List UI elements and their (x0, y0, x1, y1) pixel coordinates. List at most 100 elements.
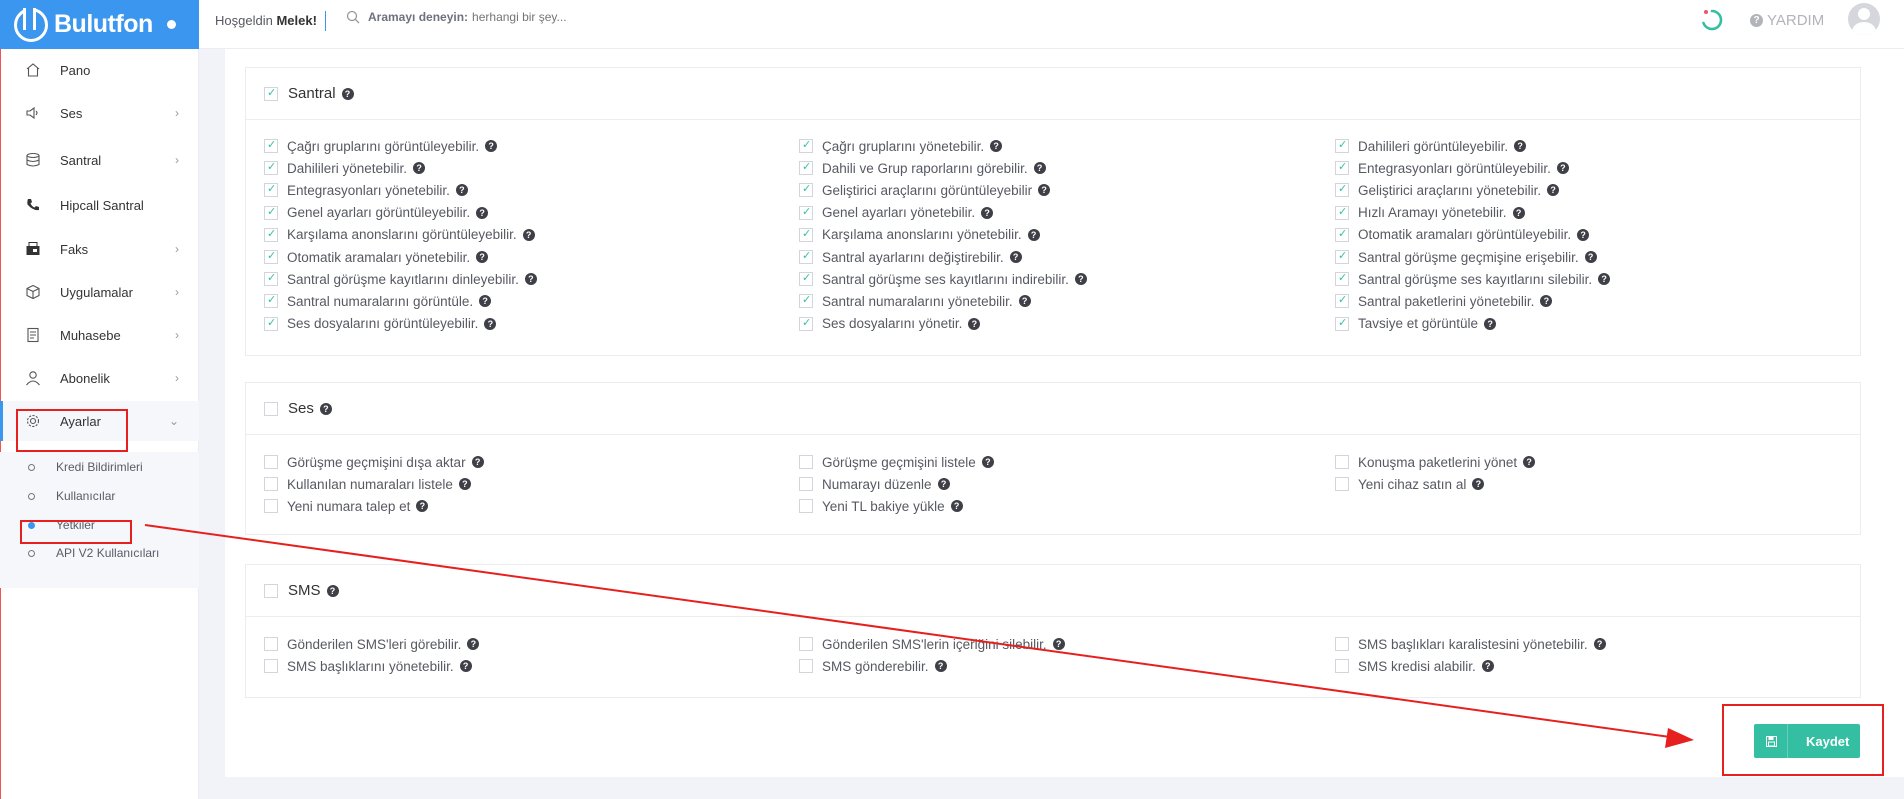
question-circle-icon[interactable]: ? (990, 140, 1003, 152)
permission-item[interactable]: Görüşme geçmişini dışa aktar? (264, 453, 484, 471)
permission-item[interactable]: Santral numaralarını görüntüle.? (264, 292, 492, 310)
permission-checkbox[interactable] (799, 205, 813, 220)
permission-checkbox[interactable] (264, 249, 278, 264)
permission-checkbox[interactable] (799, 138, 813, 153)
question-circle-icon[interactable]: ? (1547, 184, 1560, 197)
permission-item[interactable]: Geliştirici araçlarını görüntüleyebilir? (799, 181, 1051, 199)
permission-item[interactable]: Görüşme geçmişini listele? (799, 453, 994, 471)
question-circle-icon[interactable]: ? (1018, 295, 1031, 308)
permission-checkbox[interactable] (799, 227, 813, 242)
permission-item[interactable]: Yeni cihaz satın al? (1335, 475, 1485, 493)
permission-item[interactable]: Yeni numara talep et? (264, 497, 429, 515)
question-circle-icon[interactable]: ? (1009, 251, 1022, 263)
permission-checkbox[interactable] (799, 477, 813, 492)
permission-checkbox[interactable] (264, 205, 278, 220)
permission-item[interactable]: Çağrı gruplarını görüntüleyebilir.? (264, 137, 498, 155)
question-circle-icon[interactable]: ? (1593, 638, 1606, 650)
question-circle-icon[interactable]: ? (413, 162, 426, 175)
permission-checkbox[interactable] (1335, 182, 1349, 198)
permission-checkbox[interactable] (264, 499, 278, 514)
question-circle-icon[interactable]: ? (937, 478, 950, 491)
search-bar[interactable]: Aramayı deneyin: (346, 10, 673, 24)
question-circle-icon[interactable]: ? (1038, 184, 1051, 197)
question-circle-icon[interactable]: ? (1074, 273, 1087, 286)
permission-checkbox[interactable] (1335, 227, 1349, 242)
question-circle-icon[interactable]: ? (1481, 660, 1494, 673)
permission-item[interactable]: Ses dosyalarını yönetir.? (799, 315, 981, 333)
section-santral-checkbox[interactable] (264, 86, 278, 101)
sidebar-item-abonelik[interactable]: Abonelik › (0, 358, 199, 398)
question-circle-icon[interactable]: ? (981, 206, 994, 219)
permission-checkbox[interactable] (799, 659, 813, 674)
permission-checkbox[interactable] (799, 293, 813, 309)
question-circle-icon[interactable]: ? (467, 638, 480, 650)
permission-checkbox[interactable] (799, 182, 813, 198)
permission-item[interactable]: Otomatik aramaları görüntüleyebilir.? (1335, 226, 1590, 244)
permission-item[interactable]: Geliştirici araçlarını yönetebilir.? (1335, 181, 1560, 199)
permission-checkbox[interactable] (1335, 138, 1349, 153)
question-circle-icon[interactable]: ? (522, 228, 535, 241)
permission-item[interactable]: Çağrı gruplarını yönetebilir.? (799, 137, 1003, 155)
permission-checkbox[interactable] (799, 499, 813, 514)
permission-item[interactable]: Genel ayarları görüntüleyebilir.? (264, 204, 489, 222)
permission-checkbox[interactable] (264, 227, 278, 242)
permission-item[interactable]: Dahilileri görüntüleyebilir.? (1335, 137, 1527, 155)
permission-checkbox[interactable] (799, 637, 813, 651)
question-circle-icon[interactable]: ? (1523, 456, 1536, 468)
permission-item[interactable]: Kullanılan numaraları listele? (264, 475, 471, 493)
permission-checkbox[interactable] (1335, 160, 1349, 176)
permission-checkbox[interactable] (799, 316, 813, 331)
sidebar-item-uygulamalar[interactable]: Uygulamalar › (0, 272, 199, 312)
sidebar-item-santral[interactable]: Santral › (0, 140, 199, 180)
permission-item[interactable]: Santral görüşme ses kayıtlarını silebili… (1335, 270, 1611, 288)
user-avatar[interactable] (1848, 3, 1880, 35)
permission-item[interactable]: Karşılama anonslarını yönetebilir.? (799, 226, 1040, 244)
permission-checkbox[interactable] (264, 477, 278, 492)
section-ses-checkbox[interactable] (264, 401, 278, 416)
permission-checkbox[interactable] (799, 271, 813, 287)
permission-checkbox[interactable] (264, 293, 278, 309)
permission-item[interactable]: SMS gönderebilir.? (799, 657, 947, 675)
sidebar-item-pano[interactable]: Pano (0, 50, 199, 90)
brand-logo[interactable]: Bulutfon (0, 0, 199, 49)
permission-item[interactable]: Santral ayarlarını değiştirebilir.? (799, 248, 1022, 266)
section-sms-checkbox[interactable] (264, 583, 278, 598)
sidebar-item-hipcall-santral[interactable]: Hipcall Santral (0, 185, 199, 225)
permission-item[interactable]: Gönderilen SMS'leri görebilir.? (264, 635, 480, 653)
sidebar-subitem-kredi-bildirimleri[interactable]: Kredi Bildirimleri (0, 453, 199, 481)
question-circle-icon[interactable]: ? (1514, 140, 1527, 152)
help-link[interactable]: ? YARDIM (1750, 12, 1824, 29)
permission-checkbox[interactable] (1335, 249, 1349, 264)
permission-checkbox[interactable] (799, 455, 813, 469)
permission-checkbox[interactable] (264, 455, 278, 469)
question-circle-icon[interactable]: ? (484, 317, 497, 330)
permission-item[interactable]: Santral görüşme geçmişine erişebilir.? (1335, 248, 1597, 266)
question-circle-icon[interactable]: ? (1556, 162, 1569, 175)
question-circle-icon[interactable]: ? (1577, 228, 1590, 241)
permission-checkbox[interactable] (1335, 477, 1349, 492)
question-circle-icon[interactable]: ? (981, 456, 994, 468)
question-circle-icon[interactable]: ? (1598, 273, 1611, 286)
question-circle-icon[interactable]: ? (459, 660, 472, 673)
question-circle-icon[interactable]: ? (1033, 162, 1046, 175)
question-circle-icon[interactable]: ? (458, 478, 471, 491)
permission-checkbox[interactable] (1335, 316, 1349, 331)
permission-item[interactable]: Dahilileri yönetebilir.? (264, 159, 426, 177)
permission-checkbox[interactable] (1335, 455, 1349, 469)
permission-checkbox[interactable] (1335, 271, 1349, 287)
question-circle-icon[interactable]: ? (319, 402, 332, 415)
permission-item[interactable]: Karşılama anonslarını görüntüleyebilir.? (264, 226, 535, 244)
question-circle-icon[interactable]: ? (485, 140, 498, 152)
permission-checkbox[interactable] (799, 249, 813, 264)
search-input[interactable] (472, 10, 673, 24)
permission-item[interactable]: Genel ayarları yönetebilir.? (799, 204, 994, 222)
permission-checkbox[interactable] (1335, 637, 1349, 651)
question-circle-icon[interactable]: ? (1484, 317, 1497, 330)
permission-item[interactable]: Santral görüşme ses kayıtlarını indirebi… (799, 270, 1087, 288)
permission-item[interactable]: Tavsiye et görüntüle? (1335, 315, 1497, 333)
sidebar-subitem-kullanicilar[interactable]: Kullanıcılar (0, 482, 199, 510)
question-circle-icon[interactable]: ? (1540, 295, 1553, 308)
permission-checkbox[interactable] (264, 182, 278, 198)
question-circle-icon[interactable]: ? (479, 295, 492, 308)
permission-item[interactable]: Dahili ve Grup raporlarını görebilir.? (799, 159, 1046, 177)
